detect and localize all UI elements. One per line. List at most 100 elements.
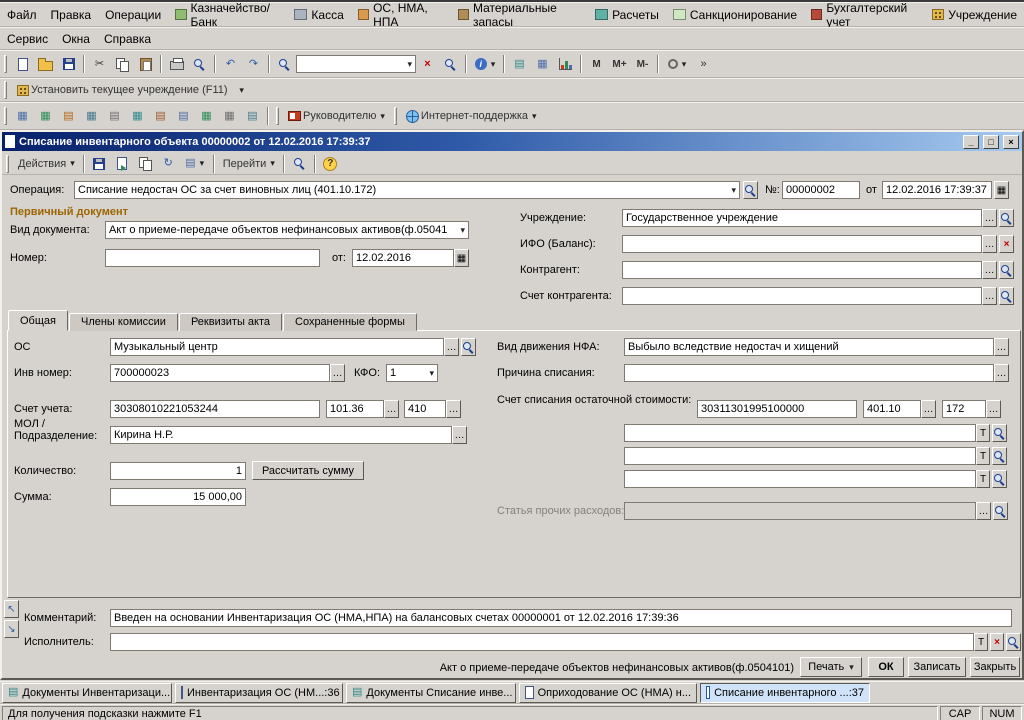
service-settings-button[interactable]: ▾ (662, 54, 692, 74)
info-button[interactable]: i ▾ (470, 54, 500, 74)
close-button-footer[interactable]: Закрыть (970, 657, 1020, 677)
doc-type-combobox[interactable]: Акт о приеме-передаче объектов нефинансо… (105, 221, 469, 239)
other-expenses-open-button[interactable] (993, 502, 1008, 520)
menu-file[interactable]: Файл (0, 4, 44, 26)
panel-button-8[interactable]: ▤ (172, 106, 195, 126)
tab-saved-forms[interactable]: Сохраненные формы (283, 313, 417, 331)
print-button-footer[interactable]: Печать ▾ (800, 657, 862, 677)
counterparty-field[interactable] (622, 261, 982, 279)
sum-field[interactable]: 15 000,00 (110, 488, 246, 506)
executor-text-button[interactable]: Т (974, 633, 988, 651)
ok-button[interactable]: ОК (868, 657, 904, 677)
manager-panel-button[interactable]: Руководителю ▾ (283, 106, 390, 126)
counterparty-open-button[interactable] (999, 261, 1014, 279)
quantity-field[interactable]: 1 (110, 462, 246, 480)
calculate-sum-button[interactable]: Рассчитать сумму (252, 461, 364, 480)
related-documents-button[interactable] (288, 154, 311, 174)
subconto1-open-button[interactable] (992, 424, 1007, 442)
reread-button[interactable]: ↻ (157, 154, 180, 174)
operation-open-button[interactable] (743, 181, 758, 199)
set-institution-dropdown-button[interactable]: ▾ (234, 80, 248, 100)
cut-button[interactable]: ✂ (88, 54, 111, 74)
counterparty-select-button[interactable]: … (982, 261, 997, 279)
undo-button[interactable]: ↶ (219, 54, 242, 74)
other-expenses-select-button[interactable]: … (976, 502, 991, 520)
menu-operations[interactable]: Операции (98, 4, 168, 26)
calc-memory-minus-button[interactable]: M- (631, 54, 654, 74)
set-institution-button[interactable]: Установить текущее учреждение (F11) (11, 80, 234, 100)
panel-button-9[interactable]: ▦ (195, 106, 218, 126)
panel-button-5[interactable]: ▤ (103, 106, 126, 126)
document-datetime-field[interactable]: 12.02.2016 17:39:37 (882, 181, 992, 199)
comment-field[interactable]: Введен на основании Инвентаризация ОС (Н… (110, 609, 1012, 627)
print-preview-button[interactable] (188, 54, 211, 74)
tab-general[interactable]: Общая (8, 310, 68, 331)
panel-button-10[interactable]: ▦ (218, 106, 241, 126)
internet-support-button[interactable]: Интернет-поддержка ▾ (401, 106, 542, 126)
subconto3-field[interactable] (624, 470, 976, 488)
chevron-down-icon[interactable]: ▾ (460, 225, 465, 236)
primary-doc-number-field[interactable] (105, 249, 320, 267)
writeoff-reason-field[interactable] (624, 364, 994, 382)
panel-button-1[interactable]: ▦ (11, 106, 34, 126)
clear-search-button[interactable]: × (416, 54, 439, 74)
minimize-button[interactable]: _ (963, 134, 979, 149)
print-button[interactable] (165, 54, 188, 74)
toolbar-overflow-button[interactable]: » (692, 54, 715, 74)
service-panel-collapse-button[interactable]: ↘ (4, 620, 19, 638)
operation-field[interactable]: Списание недостач ОС за счет виновных ли… (74, 181, 740, 199)
executor-open-button[interactable] (1006, 633, 1021, 651)
ifo-select-button[interactable]: … (982, 235, 997, 253)
toolbar-grip[interactable] (6, 154, 9, 173)
actions-button[interactable]: Действия ▾ (13, 154, 80, 174)
kfo-combobox[interactable]: 1 ▾ (386, 364, 438, 382)
writeoff-sub-field[interactable]: 172 (942, 400, 986, 418)
chart-button[interactable] (554, 54, 577, 74)
taskbar-item-inventory-documents[interactable]: ▤ Документы Инвентаризаци... (2, 682, 172, 703)
subconto3-open-button[interactable] (992, 470, 1007, 488)
subconto1-field[interactable] (624, 424, 976, 442)
calc-memory-plus-button[interactable]: M+ (608, 54, 631, 74)
menu-service[interactable]: Сервис (0, 28, 55, 50)
os-open-button[interactable] (461, 338, 476, 356)
cp-account-select-button[interactable]: … (982, 287, 997, 305)
document-structure-button[interactable]: ▤ ▾ (180, 154, 210, 174)
movement-type-field[interactable]: Выбыло вследствие недостач и хищений (624, 338, 994, 356)
account-select-button[interactable]: … (384, 400, 399, 418)
record-button[interactable] (88, 154, 111, 174)
panel-button-4[interactable]: ▦ (80, 106, 103, 126)
datetime-calendar-button[interactable]: ▦ (994, 181, 1009, 199)
menu-help[interactable]: Справка (97, 28, 158, 50)
os-field[interactable]: Музыкальный центр (110, 338, 444, 356)
chevron-down-icon[interactable]: ▾ (429, 368, 434, 379)
writeoff-sub-select-button[interactable]: … (986, 400, 1001, 418)
find-next-button[interactable] (439, 54, 462, 74)
institution-field[interactable]: Государственное учреждение (622, 209, 982, 227)
inv-number-select-button[interactable]: … (330, 364, 345, 382)
toolbar-grip[interactable] (4, 81, 7, 99)
tab-commission-members[interactable]: Члены комиссии (68, 313, 178, 331)
menu-settlements[interactable]: Расчеты (588, 4, 666, 26)
service-panel-expand-button[interactable]: ↖ (4, 600, 19, 618)
chevron-down-icon[interactable]: ▾ (731, 185, 736, 196)
mol-field[interactable]: Кирина Н.Р. (110, 426, 452, 444)
taskbar-item-writeoff-documents[interactable]: ▤ Документы Списание инве... (346, 682, 516, 703)
chevron-down-icon[interactable]: ▾ (407, 59, 412, 70)
panel-button-7[interactable]: ▤ (149, 106, 172, 126)
institution-open-button[interactable] (999, 209, 1014, 227)
writeoff-account-field[interactable]: 401.10 (863, 400, 921, 418)
toolbar-grip[interactable] (4, 107, 7, 125)
subconto1-text-button[interactable]: Т (976, 424, 990, 442)
subconto2-text-button[interactable]: Т (976, 447, 990, 465)
document-titlebar[interactable]: Списание инвентарного объекта 00000002 о… (2, 132, 1022, 151)
toolbar-grip[interactable] (393, 107, 397, 125)
ifo-clear-button[interactable]: × (999, 235, 1014, 253)
spreadsheet-button[interactable]: ▦ (531, 54, 554, 74)
menu-edit[interactable]: Правка (44, 4, 99, 26)
tab-act-details[interactable]: Реквизиты акта (178, 313, 282, 331)
panel-button-6[interactable]: ▦ (126, 106, 149, 126)
toolbar-grip[interactable] (4, 55, 7, 73)
menu-authorization[interactable]: Санкционирование (666, 4, 804, 26)
subconto2-field[interactable] (624, 447, 976, 465)
institution-select-button[interactable]: … (982, 209, 997, 227)
